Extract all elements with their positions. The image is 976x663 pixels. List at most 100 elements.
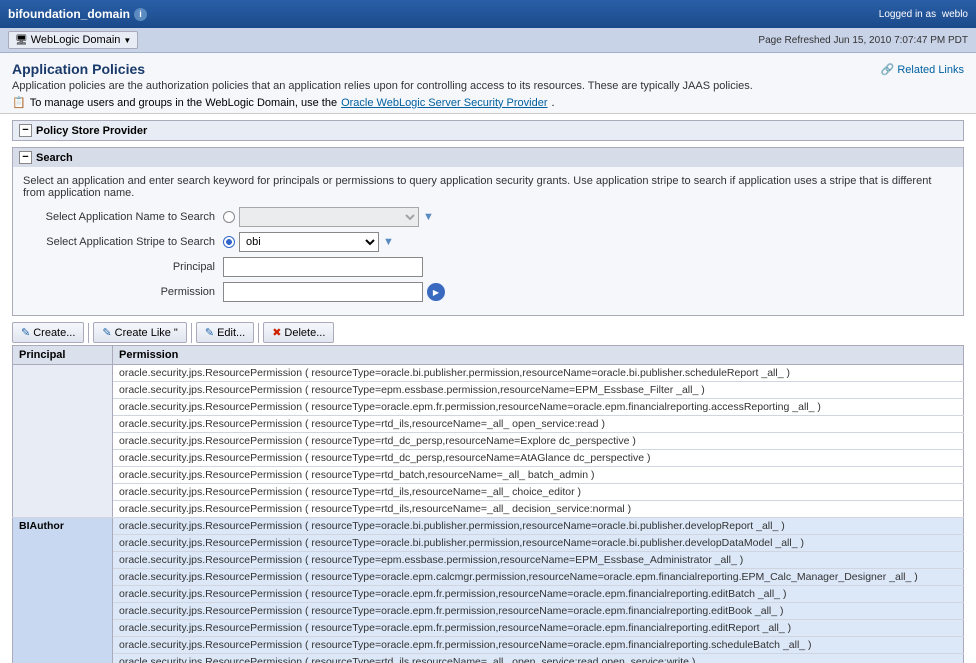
toolbar-separator-1 — [88, 323, 89, 343]
app-stripe-control: obi ▼ — [223, 232, 394, 252]
edit-button[interactable]: ✎ Edit... — [196, 322, 254, 343]
policy-store-header[interactable]: − Policy Store Provider — [13, 121, 963, 140]
create-button[interactable]: ✎ Create... — [12, 322, 84, 343]
page-description: Application policies are the authorizati… — [12, 80, 753, 92]
permission-row: Permission — [23, 282, 953, 302]
table-row[interactable]: oracle.security.jps.ResourcePermission (… — [13, 365, 964, 382]
header-right: Logged in as weblo — [879, 9, 968, 20]
page-header: Application Policies Application policie… — [0, 53, 976, 114]
create-like-button[interactable]: ✎ Create Like " — [93, 322, 186, 343]
permission-cell: oracle.security.jps.ResourcePermission (… — [113, 586, 964, 603]
manage-link-row: 📋 To manage users and groups in the WebL… — [12, 96, 753, 109]
principal-cell — [13, 365, 113, 518]
principal-input[interactable] — [223, 257, 423, 277]
stripe-dropdown-icon: ▼ — [383, 236, 394, 248]
permission-label: Permission — [23, 286, 223, 298]
policy-store-label: Policy Store Provider — [36, 125, 147, 137]
app-name-select[interactable] — [239, 207, 419, 227]
policy-store-toggle-icon[interactable]: − — [19, 124, 32, 137]
table-body: oracle.security.jps.ResourcePermission (… — [13, 365, 964, 663]
domain-name[interactable]: bifoundation_domain — [8, 7, 130, 21]
permission-cell: oracle.security.jps.ResourcePermission (… — [113, 535, 964, 552]
table-row[interactable]: oracle.security.jps.ResourcePermission (… — [13, 569, 964, 586]
security-provider-link[interactable]: Oracle WebLogic Server Security Provider — [341, 97, 547, 109]
subheader-right: Page Refreshed Jun 15, 2010 7:07:47 PM P… — [758, 35, 968, 46]
info-icon[interactable]: i — [134, 8, 147, 21]
dropdown-icon: ▼ — [423, 211, 434, 223]
search-toggle-icon[interactable]: − — [19, 151, 32, 164]
search-label: Search — [36, 152, 73, 164]
page-title-block: Application Policies Application policie… — [12, 61, 753, 109]
table-row[interactable]: oracle.security.jps.ResourcePermission (… — [13, 501, 964, 518]
radio-app-stripe[interactable] — [223, 236, 235, 248]
table-row[interactable]: oracle.security.jps.ResourcePermission (… — [13, 620, 964, 637]
delete-button[interactable]: ✖ Delete... — [263, 322, 334, 343]
radio-app-name[interactable] — [223, 211, 235, 223]
edit-label: Edit... — [217, 327, 245, 339]
toolbar-separator-3 — [258, 323, 259, 343]
permission-cell: oracle.security.jps.ResourcePermission (… — [113, 399, 964, 416]
permission-cell: oracle.security.jps.ResourcePermission (… — [113, 416, 964, 433]
permission-cell: oracle.security.jps.ResourcePermission (… — [113, 603, 964, 620]
permission-cell: oracle.security.jps.ResourcePermission (… — [113, 467, 964, 484]
permission-cell: oracle.security.jps.ResourcePermission (… — [113, 518, 964, 535]
permission-control — [223, 282, 445, 302]
permission-cell: oracle.security.jps.ResourcePermission (… — [113, 382, 964, 399]
policy-store-section: − Policy Store Provider — [12, 120, 964, 141]
page-title: Application Policies — [12, 61, 753, 77]
weblogic-domain-menu[interactable]: 🖥 WebLogic Domain ▼ — [8, 31, 138, 49]
col-header-principal: Principal — [13, 346, 113, 365]
table-row[interactable]: oracle.security.jps.ResourcePermission (… — [13, 552, 964, 569]
search-header[interactable]: − Search — [13, 148, 963, 167]
related-links-label: Related Links — [897, 64, 964, 76]
table-row[interactable]: oracle.security.jps.ResourcePermission (… — [13, 467, 964, 484]
search-button[interactable] — [427, 283, 445, 301]
table-row[interactable]: oracle.security.jps.ResourcePermission (… — [13, 433, 964, 450]
permission-input[interactable] — [223, 282, 423, 302]
permission-cell: oracle.security.jps.ResourcePermission (… — [113, 569, 964, 586]
delete-icon: ✖ — [272, 326, 281, 339]
app-stripe-label: Select Application Stripe to Search — [23, 236, 223, 248]
app-stripe-select[interactable]: obi — [239, 232, 379, 252]
table-row[interactable]: oracle.security.jps.ResourcePermission (… — [13, 484, 964, 501]
principal-row: Principal — [23, 257, 953, 277]
principal-label: Principal — [23, 261, 223, 273]
domain-icon: 🖥 — [15, 35, 28, 46]
search-description: Select an application and enter search k… — [23, 175, 953, 199]
toolbar: ✎ Create... ✎ Create Like " ✎ Edit... ✖ … — [12, 322, 964, 343]
related-links[interactable]: 🔗 Related Links — [881, 63, 964, 76]
app-stripe-row: Select Application Stripe to Search obi … — [23, 232, 953, 252]
search-content: Select an application and enter search k… — [13, 167, 963, 315]
permission-cell: oracle.security.jps.ResourcePermission (… — [113, 620, 964, 637]
permission-cell: oracle.security.jps.ResourcePermission (… — [113, 484, 964, 501]
table-row[interactable]: oracle.security.jps.ResourcePermission (… — [13, 399, 964, 416]
table-row[interactable]: oracle.security.jps.ResourcePermission (… — [13, 450, 964, 467]
create-label: Create... — [33, 327, 75, 339]
table-row[interactable]: oracle.security.jps.ResourcePermission (… — [13, 586, 964, 603]
table-row[interactable]: oracle.security.jps.ResourcePermission (… — [13, 654, 964, 663]
permission-cell: oracle.security.jps.ResourcePermission (… — [113, 654, 964, 663]
permission-cell: oracle.security.jps.ResourcePermission (… — [113, 637, 964, 654]
page-refreshed-label: Page Refreshed Jun 15, 2010 7:07:47 PM P… — [758, 35, 968, 46]
table-row[interactable]: oracle.security.jps.ResourcePermission (… — [13, 603, 964, 620]
delete-label: Delete... — [284, 327, 325, 339]
table-header: Principal Permission — [13, 346, 964, 365]
table-row[interactable]: oracle.security.jps.ResourcePermission (… — [13, 637, 964, 654]
permission-cell: oracle.security.jps.ResourcePermission (… — [113, 501, 964, 518]
app-name-control: ▼ — [223, 207, 434, 227]
dropdown-arrow-icon: ▼ — [123, 36, 131, 45]
results-table: Principal Permission oracle.security.jps… — [12, 345, 964, 663]
create-like-icon: ✎ — [102, 326, 111, 339]
principal-cell: BIAuthor — [13, 518, 113, 663]
table-row[interactable]: BIAuthororacle.security.jps.ResourcePerm… — [13, 518, 964, 535]
table-row[interactable]: oracle.security.jps.ResourcePermission (… — [13, 382, 964, 399]
table-row[interactable]: oracle.security.jps.ResourcePermission (… — [13, 416, 964, 433]
table-row[interactable]: oracle.security.jps.ResourcePermission (… — [13, 535, 964, 552]
permission-cell: oracle.security.jps.ResourcePermission (… — [113, 450, 964, 467]
manage-link-text: To manage users and groups in the WebLog… — [30, 97, 337, 109]
permission-cell: oracle.security.jps.ResourcePermission (… — [113, 433, 964, 450]
table-header-row: Principal Permission — [13, 346, 964, 365]
main-content: Application Policies Application policie… — [0, 53, 976, 663]
permission-cell: oracle.security.jps.ResourcePermission (… — [113, 365, 964, 382]
header: bifoundation_domain i Logged in as weblo — [0, 0, 976, 28]
